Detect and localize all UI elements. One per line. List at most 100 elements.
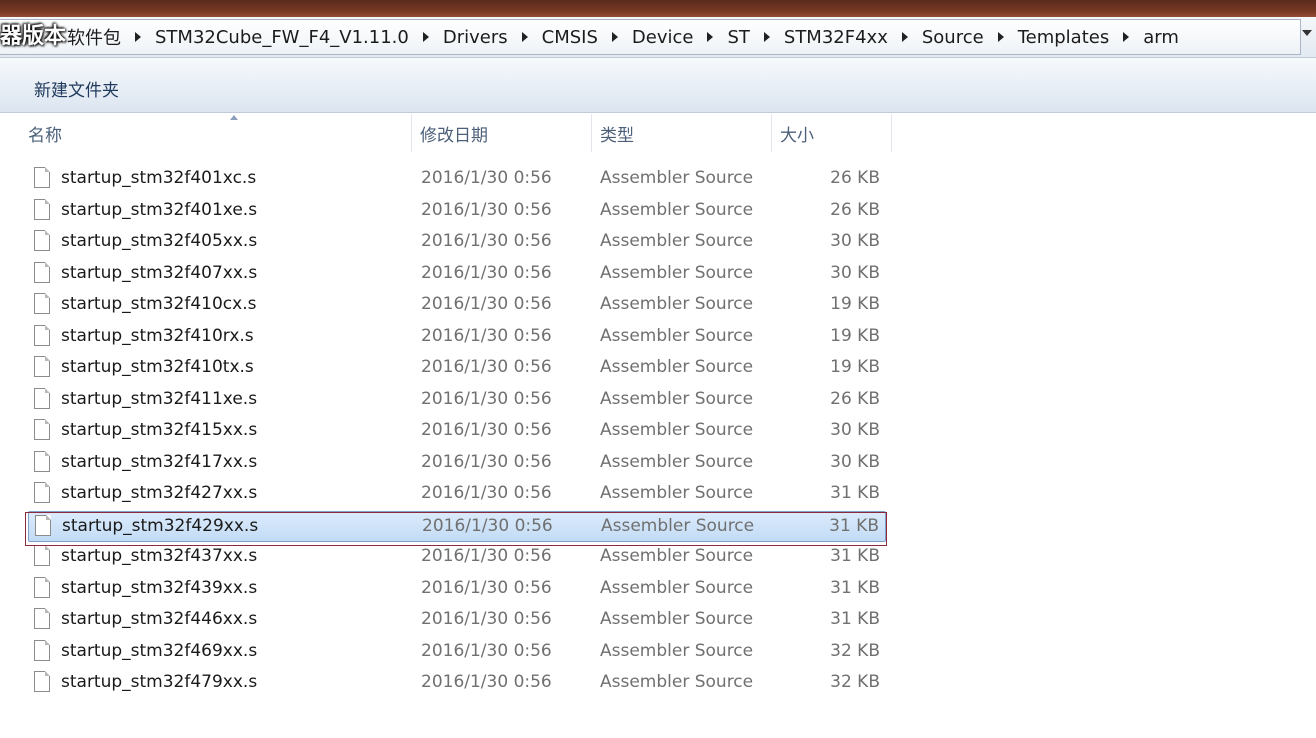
- file-size: 32 KB: [830, 672, 880, 692]
- file-row[interactable]: startup_stm32f437xx.s 2016/1/30 0:56 Assem…: [28, 542, 886, 573]
- file-type: Assembler Source: [600, 168, 754, 188]
- breadcrumb-separator-icon[interactable]: [763, 32, 770, 42]
- breadcrumb-separator-icon[interactable]: [1123, 32, 1130, 42]
- file-type: Assembler Source: [600, 451, 754, 472]
- file-row[interactable]: startup_stm32f479xx.s 2016/1/30 0:56 Assem…: [28, 668, 886, 699]
- breadcrumb-item[interactable]: STM32F4xx: [784, 27, 888, 48]
- overlay-caption: 器版本: [0, 24, 67, 49]
- file-name: startup_stm32f417xx.s: [61, 451, 258, 472]
- breadcrumb-separator-icon[interactable]: [997, 32, 1004, 42]
- file-name: startup_stm32f410rx.s: [61, 325, 254, 346]
- breadcrumb-item[interactable]: Source: [922, 27, 984, 48]
- breadcrumb-item-root[interactable]: 软件包: [67, 24, 121, 50]
- breadcrumb-item[interactable]: STM32Cube_FW_F4_V1.11.0: [155, 27, 409, 48]
- breadcrumb-separator-icon[interactable]: [135, 32, 141, 42]
- file-size: 30 KB: [830, 420, 880, 440]
- breadcrumb-separator-icon[interactable]: [707, 32, 714, 42]
- file-type: Assembler Source: [600, 388, 754, 409]
- breadcrumb-item[interactable]: Templates: [1018, 27, 1110, 48]
- file-type: Assembler Source: [600, 199, 754, 220]
- file-name: startup_stm32f410tx.s: [61, 357, 254, 377]
- file-row[interactable]: startup_stm32f407xx.s 2016/1/30 0:56 Assem…: [28, 259, 886, 290]
- file-icon: [34, 576, 50, 598]
- breadcrumb[interactable]: 软件包 STM32Cube_FW_F4_V1.11.0 Drivers CMSIS D…: [0, 19, 1301, 55]
- breadcrumb-item[interactable]: Drivers: [443, 27, 508, 48]
- file-size: 31 KB: [830, 609, 880, 629]
- file-name: startup_stm32f479xx.s: [61, 672, 258, 692]
- file-icon: [34, 639, 50, 661]
- column-header-type[interactable]: 类型: [592, 114, 772, 152]
- file-row[interactable]: startup_stm32f469xx.s 2016/1/30 0:56 Assem…: [28, 637, 886, 668]
- file-type: Assembler Source: [600, 546, 754, 566]
- breadcrumb-separator-icon[interactable]: [901, 32, 908, 42]
- file-date: 2016/1/30 0:56: [421, 325, 552, 346]
- file-type: Assembler Source: [600, 640, 754, 661]
- column-header-type-label: 类型: [600, 125, 634, 146]
- breadcrumb-item[interactable]: ST: [727, 27, 749, 48]
- file-icon: [35, 514, 51, 536]
- file-row[interactable]: startup_stm32f415xx.s 2016/1/30 0:56 Assem…: [28, 416, 886, 447]
- file-date: 2016/1/30 0:56: [421, 357, 552, 377]
- breadcrumb-separator-icon[interactable]: [611, 32, 618, 42]
- file-size: 31 KB: [830, 546, 880, 566]
- address-bar[interactable]: 软件包 STM32Cube_FW_F4_V1.11.0 Drivers CMSIS D…: [0, 17, 1316, 58]
- file-row[interactable]: startup_stm32f439xx.s 2016/1/30 0:56 Assem…: [28, 574, 886, 605]
- file-date: 2016/1/30 0:56: [421, 672, 552, 692]
- file-size: 19 KB: [830, 294, 880, 314]
- file-size: 31 KB: [829, 515, 879, 536]
- file-size: 31 KB: [830, 577, 880, 598]
- file-row[interactable]: startup_stm32f429xx.s 2016/1/30 0:56 Assem…: [28, 510, 886, 542]
- breadcrumb-item[interactable]: arm: [1143, 27, 1179, 48]
- file-name: startup_stm32f407xx.s: [61, 262, 258, 283]
- breadcrumb-item[interactable]: CMSIS: [542, 27, 598, 48]
- file-icon: [34, 356, 50, 377]
- file-size: 30 KB: [830, 451, 880, 472]
- file-row[interactable]: startup_stm32f427xx.s 2016/1/30 0:56 Assem…: [28, 479, 886, 510]
- file-size: 19 KB: [830, 325, 880, 346]
- file-row[interactable]: startup_stm32f410tx.s 2016/1/30 0:56 Assem…: [28, 353, 886, 384]
- chevron-down-icon[interactable]: [1302, 30, 1312, 36]
- breadcrumb-item[interactable]: Device: [632, 27, 694, 48]
- file-icon: [34, 293, 50, 314]
- file-icon: [34, 387, 50, 409]
- file-size: 30 KB: [830, 262, 880, 283]
- file-row[interactable]: startup_stm32f410cx.s 2016/1/30 0:56 Assem…: [28, 290, 886, 321]
- new-folder-button[interactable]: 新建文件夹: [24, 72, 129, 105]
- file-type: Assembler Source: [600, 609, 754, 629]
- file-size: 30 KB: [830, 231, 880, 251]
- column-header-date[interactable]: 修改日期: [412, 114, 592, 152]
- file-icon: [34, 450, 50, 472]
- file-row[interactable]: startup_stm32f411xe.s 2016/1/30 0:56 Assem…: [28, 385, 886, 416]
- file-icon: [34, 261, 50, 283]
- file-icon: [34, 324, 50, 346]
- file-icon: [34, 608, 50, 629]
- column-header-name[interactable]: 名称: [20, 114, 412, 152]
- breadcrumb-separator-icon[interactable]: [422, 32, 429, 42]
- file-date: 2016/1/30 0:56: [421, 483, 552, 503]
- file-date: 2016/1/30 0:56: [421, 168, 552, 188]
- file-icon: [34, 671, 50, 692]
- file-row[interactable]: startup_stm32f401xc.s 2016/1/30 0:56 Assem…: [28, 164, 886, 195]
- file-date: 2016/1/30 0:56: [421, 294, 552, 314]
- file-name: startup_stm32f437xx.s: [61, 546, 258, 566]
- file-date: 2016/1/30 0:56: [421, 451, 552, 472]
- column-header-size[interactable]: 大小: [772, 114, 892, 152]
- file-row[interactable]: startup_stm32f417xx.s 2016/1/30 0:56 Assem…: [28, 448, 886, 479]
- file-row[interactable]: startup_stm32f405xx.s 2016/1/30 0:56 Assem…: [28, 227, 886, 258]
- file-type: Assembler Source: [601, 515, 755, 536]
- file-icon: [34, 545, 50, 566]
- sort-ascending-icon: [230, 115, 238, 120]
- file-row[interactable]: startup_stm32f410rx.s 2016/1/30 0:56 Assem…: [28, 322, 886, 353]
- breadcrumb-separator-icon[interactable]: [521, 32, 528, 42]
- file-row[interactable]: startup_stm32f446xx.s 2016/1/30 0:56 Assem…: [28, 605, 886, 636]
- file-type: Assembler Source: [600, 420, 754, 440]
- file-name: startup_stm32f415xx.s: [61, 420, 258, 440]
- file-name: startup_stm32f469xx.s: [61, 640, 258, 661]
- file-name: startup_stm32f410cx.s: [61, 294, 257, 314]
- file-size: 26 KB: [830, 199, 880, 220]
- file-name: startup_stm32f427xx.s: [61, 483, 258, 503]
- file-icon: [34, 482, 50, 503]
- file-icon: [34, 198, 50, 220]
- file-name: startup_stm32f429xx.s: [62, 515, 259, 536]
- file-row[interactable]: startup_stm32f401xe.s 2016/1/30 0:56 Assem…: [28, 196, 886, 227]
